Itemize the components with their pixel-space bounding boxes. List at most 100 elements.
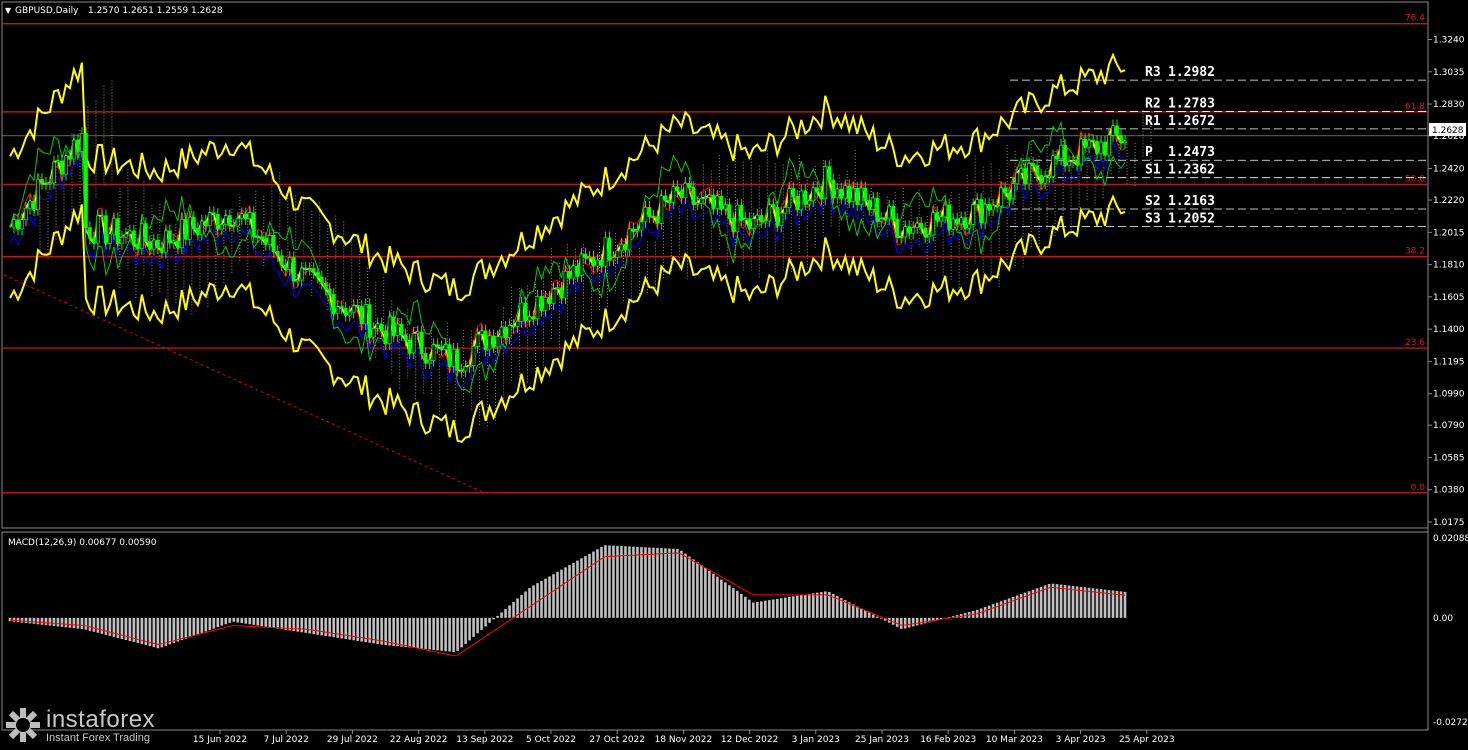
fib-label: 50.0 xyxy=(1405,174,1425,184)
candle-body xyxy=(303,267,308,270)
macd-bar xyxy=(999,601,1003,618)
candle-body xyxy=(455,348,460,371)
macd-bar xyxy=(859,608,863,618)
macd-bar xyxy=(220,617,224,626)
macd-bar xyxy=(180,617,184,641)
candle-body xyxy=(1011,183,1015,200)
macd-bar xyxy=(24,617,28,624)
candle-body xyxy=(975,199,979,205)
macd-bar xyxy=(791,596,795,618)
chart-header-arrow[interactable]: ▼ xyxy=(5,6,12,15)
candle-body xyxy=(1119,135,1123,143)
candle-body xyxy=(759,215,764,223)
logo-sub-text: Instant Forex Trading xyxy=(46,732,150,744)
macd-bar xyxy=(204,617,208,632)
macd-bar xyxy=(1075,586,1079,618)
candle-body xyxy=(283,264,288,270)
candle-body xyxy=(319,276,324,284)
candle-body xyxy=(727,204,732,219)
macd-bar xyxy=(983,607,987,618)
candle-body xyxy=(1023,168,1027,185)
candle-body xyxy=(895,218,900,238)
candle-body xyxy=(140,223,144,249)
macd-bar xyxy=(919,617,923,625)
macd-bar xyxy=(264,617,268,627)
macd-bar xyxy=(1107,590,1111,618)
candle-body xyxy=(100,215,104,218)
macd-bar xyxy=(272,617,276,628)
macd-bar xyxy=(248,617,252,625)
macd-bar xyxy=(240,617,244,624)
macd-bar xyxy=(508,605,511,618)
candle-body xyxy=(891,205,896,220)
macd-bar xyxy=(528,587,531,618)
macd-bar xyxy=(855,606,859,618)
macd-bar xyxy=(16,617,20,623)
candle-body xyxy=(519,302,524,322)
candle-body xyxy=(439,346,444,350)
macd-bar xyxy=(256,617,260,626)
pivot-value: 1.2052 xyxy=(1168,212,1215,227)
pivot-label: P xyxy=(1145,145,1153,160)
candle-body xyxy=(459,369,464,372)
macd-bar xyxy=(108,617,112,636)
macd-bar xyxy=(316,617,320,635)
macd-bar xyxy=(100,617,104,634)
macd-bar xyxy=(260,617,264,627)
macd-bar xyxy=(232,617,236,622)
price-tick-label: 1.2220 xyxy=(1433,196,1465,206)
candle-body xyxy=(735,204,740,233)
macd-bar xyxy=(68,617,72,628)
candle-body xyxy=(447,344,452,367)
candle-body xyxy=(499,326,504,338)
macd-bar xyxy=(696,562,699,618)
macd-bar xyxy=(448,617,451,652)
candle-body xyxy=(579,253,584,277)
candle-body xyxy=(1039,174,1043,184)
candle-body xyxy=(567,271,572,279)
fib-label: 61.8 xyxy=(1405,102,1425,112)
candle-body xyxy=(191,216,196,229)
candle-body xyxy=(355,305,360,307)
candle-body xyxy=(183,218,188,240)
candle-body xyxy=(803,190,808,205)
macd-bar xyxy=(340,617,344,639)
candle-body xyxy=(927,234,932,238)
price-chart[interactable]: 76.4 61.8 50.0 38.2 23.6 0.0 R3 1.2982 R2 1.2783… xyxy=(0,0,1468,750)
candle-body xyxy=(535,295,540,320)
macd-bar xyxy=(616,545,619,618)
macd-bar xyxy=(1103,589,1107,618)
time-tick-label: 22 Aug 2022 xyxy=(390,735,448,745)
time-tick-label: 7 Jul 2022 xyxy=(264,735,309,745)
macd-bar xyxy=(875,616,879,618)
candle-body xyxy=(495,336,500,348)
macd-bar xyxy=(863,610,867,618)
macd-bar xyxy=(224,617,228,625)
candle-body xyxy=(415,331,420,334)
macd-bar xyxy=(96,617,100,633)
candle-body xyxy=(851,187,856,203)
macd-bar xyxy=(580,558,583,618)
candle-body xyxy=(559,287,564,299)
macd-bar xyxy=(652,547,655,618)
candle-body xyxy=(84,133,88,228)
macd-bar xyxy=(64,617,68,628)
macd-bar xyxy=(480,617,483,630)
candle-body xyxy=(351,305,356,313)
macd-bar xyxy=(216,617,220,628)
candle-body xyxy=(219,224,224,230)
macd-bar xyxy=(760,601,763,618)
candle-body xyxy=(363,304,368,325)
macd-bar xyxy=(484,617,487,627)
candle-body xyxy=(1063,144,1067,166)
candle-body xyxy=(507,325,512,338)
candle-body xyxy=(583,253,588,259)
macd-bar xyxy=(660,548,663,618)
macd-bar xyxy=(512,601,515,618)
macd-bar xyxy=(300,617,304,633)
candle-body xyxy=(615,250,620,258)
candle-body xyxy=(1095,140,1099,154)
macd-bar xyxy=(756,601,759,618)
bollinger-lower xyxy=(9,194,1126,444)
candle-body xyxy=(651,216,656,218)
